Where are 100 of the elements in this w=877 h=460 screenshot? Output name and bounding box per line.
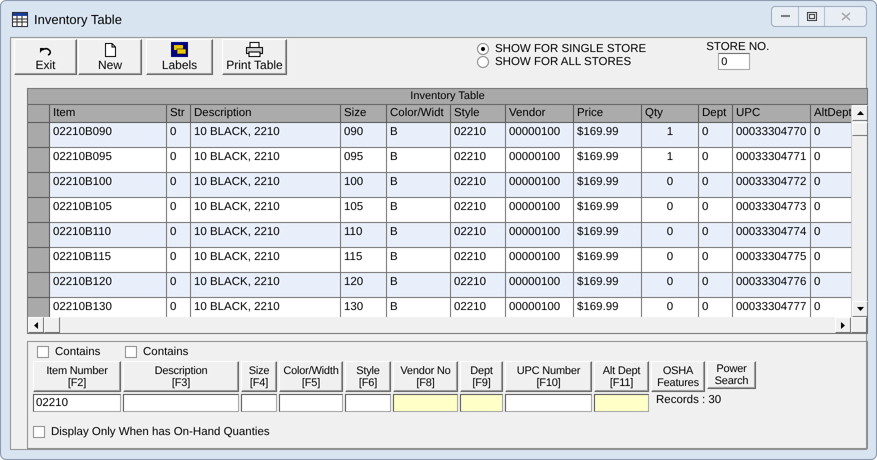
column-header[interactable]: UPC — [733, 105, 811, 123]
table-cell: 02210 — [451, 148, 506, 173]
store-number-field[interactable]: 0 — [718, 53, 750, 70]
column-header[interactable]: Str — [167, 105, 191, 123]
left-arrow-icon[interactable] — [34, 322, 38, 328]
checkbox[interactable] — [37, 346, 49, 358]
table-cell: 00000100 — [506, 173, 574, 198]
table-cell: 0 — [811, 223, 851, 248]
table-cell: $169.99 — [574, 198, 642, 223]
right-arrow-icon[interactable] — [841, 322, 845, 328]
osha-features-button[interactable]: OSHA Features — [651, 361, 705, 392]
search-field[interactable] — [123, 394, 239, 412]
search-field[interactable] — [241, 394, 277, 412]
radio-button[interactable] — [477, 43, 489, 55]
search-column-button[interactable]: Style [F6] — [345, 361, 391, 392]
close-icon — [840, 12, 850, 21]
table-cell: 02210 — [451, 273, 506, 298]
row-selector[interactable] — [28, 198, 50, 223]
row-selector[interactable] — [28, 298, 50, 317]
checkbox[interactable] — [125, 346, 137, 358]
column-header[interactable]: Qty — [642, 105, 699, 123]
checkbox-label: Contains — [143, 346, 188, 358]
new-button[interactable]: New — [78, 39, 142, 75]
row-selector[interactable] — [28, 123, 50, 148]
table-cell: 0 — [699, 173, 733, 198]
table-cell: 0 — [642, 198, 699, 223]
checkbox-label: Contains — [55, 346, 100, 358]
search-column-button[interactable]: Description [F3] — [123, 361, 239, 392]
table-cell: 00000100 — [506, 223, 574, 248]
column-header[interactable]: Size — [341, 105, 387, 123]
search-column-button[interactable]: Size [F4] — [241, 361, 277, 392]
table-cell: 0 — [811, 173, 851, 198]
column-header[interactable]: Item — [50, 105, 167, 123]
store-number-label: STORE NO. — [706, 41, 770, 53]
table-cell: 090 — [341, 123, 387, 148]
row-selector[interactable] — [28, 148, 50, 173]
horizontal-scrollbar[interactable] — [28, 317, 867, 333]
table-cell: 0 — [167, 223, 191, 248]
table-cell: 0 — [699, 298, 733, 317]
column-header[interactable]: Vendor — [506, 105, 574, 123]
table-cell: 00033304777 — [733, 298, 811, 317]
search-field[interactable] — [345, 394, 391, 412]
printer-icon — [246, 42, 263, 57]
row-selector[interactable] — [28, 223, 50, 248]
row-selector[interactable] — [28, 173, 50, 198]
column-header[interactable]: Dept — [699, 105, 733, 123]
search-column-button[interactable]: Item Number [F2] — [33, 361, 121, 392]
table-cell: B — [387, 148, 451, 173]
row-selector[interactable] — [28, 248, 50, 273]
table-cell: 02210B115 — [50, 248, 167, 273]
table-cell: 02210B090 — [50, 123, 167, 148]
search-field[interactable] — [594, 394, 649, 412]
table-cell: 0 — [167, 273, 191, 298]
search-field[interactable] — [460, 394, 503, 412]
table-cell: 10 BLACK, 2210 — [191, 223, 341, 248]
table-cell: 10 BLACK, 2210 — [191, 198, 341, 223]
search-column-button[interactable]: UPC Number [F10] — [505, 361, 592, 392]
column-header[interactable]: Description — [191, 105, 341, 123]
table-cell: 0 — [642, 248, 699, 273]
table-cell: $169.99 — [574, 248, 642, 273]
search-field[interactable] — [393, 394, 458, 412]
table-cell: 02210 — [451, 173, 506, 198]
table-cell: 0 — [699, 248, 733, 273]
search-column-button[interactable]: Color/Width [F5] — [279, 361, 343, 392]
search-field[interactable] — [505, 394, 592, 412]
radio-button[interactable] — [477, 56, 489, 68]
search-column-button[interactable]: Dept [F9] — [460, 361, 503, 392]
column-header[interactable]: Price — [574, 105, 642, 123]
table-cell: $169.99 — [574, 123, 642, 148]
table-window-icon — [12, 12, 28, 26]
scroll-thumb[interactable] — [852, 122, 868, 136]
table-cell: 100 — [341, 173, 387, 198]
table-cell: 00033304770 — [733, 123, 811, 148]
restore-icon — [806, 12, 816, 21]
table-cell: 095 — [341, 148, 387, 173]
table-cell: 00000100 — [506, 298, 574, 317]
search-field[interactable]: 02210 — [33, 394, 121, 412]
checkbox[interactable] — [33, 426, 45, 438]
radio-label: SHOW FOR SINGLE STORE — [495, 43, 646, 55]
table-cell: 0 — [699, 273, 733, 298]
row-selector[interactable] — [28, 273, 50, 298]
table-cell: 1 — [642, 123, 699, 148]
power-search-button[interactable]: Power Search — [707, 361, 756, 389]
table-cell: 0 — [167, 123, 191, 148]
table-cell: 00000100 — [506, 148, 574, 173]
column-header[interactable]: Style — [451, 105, 506, 123]
vertical-scrollbar[interactable] — [851, 105, 867, 317]
labels-button[interactable]: Labels — [146, 39, 213, 75]
down-arrow-icon[interactable] — [856, 307, 864, 311]
table-cell: $169.99 — [574, 273, 642, 298]
print-button[interactable]: Print Table — [222, 39, 287, 75]
table-cell: 00033304775 — [733, 248, 811, 273]
table-cell: 115 — [341, 248, 387, 273]
search-column-button[interactable]: Vendor No [F8] — [393, 361, 458, 392]
column-header[interactable]: Color/Widt — [387, 105, 451, 123]
search-field[interactable] — [279, 394, 343, 412]
up-arrow-icon[interactable] — [856, 111, 864, 115]
search-column-button[interactable]: Alt Dept [F11] — [594, 361, 649, 392]
table-cell: 02210 — [451, 223, 506, 248]
exit-button[interactable]: Exit — [14, 39, 77, 75]
